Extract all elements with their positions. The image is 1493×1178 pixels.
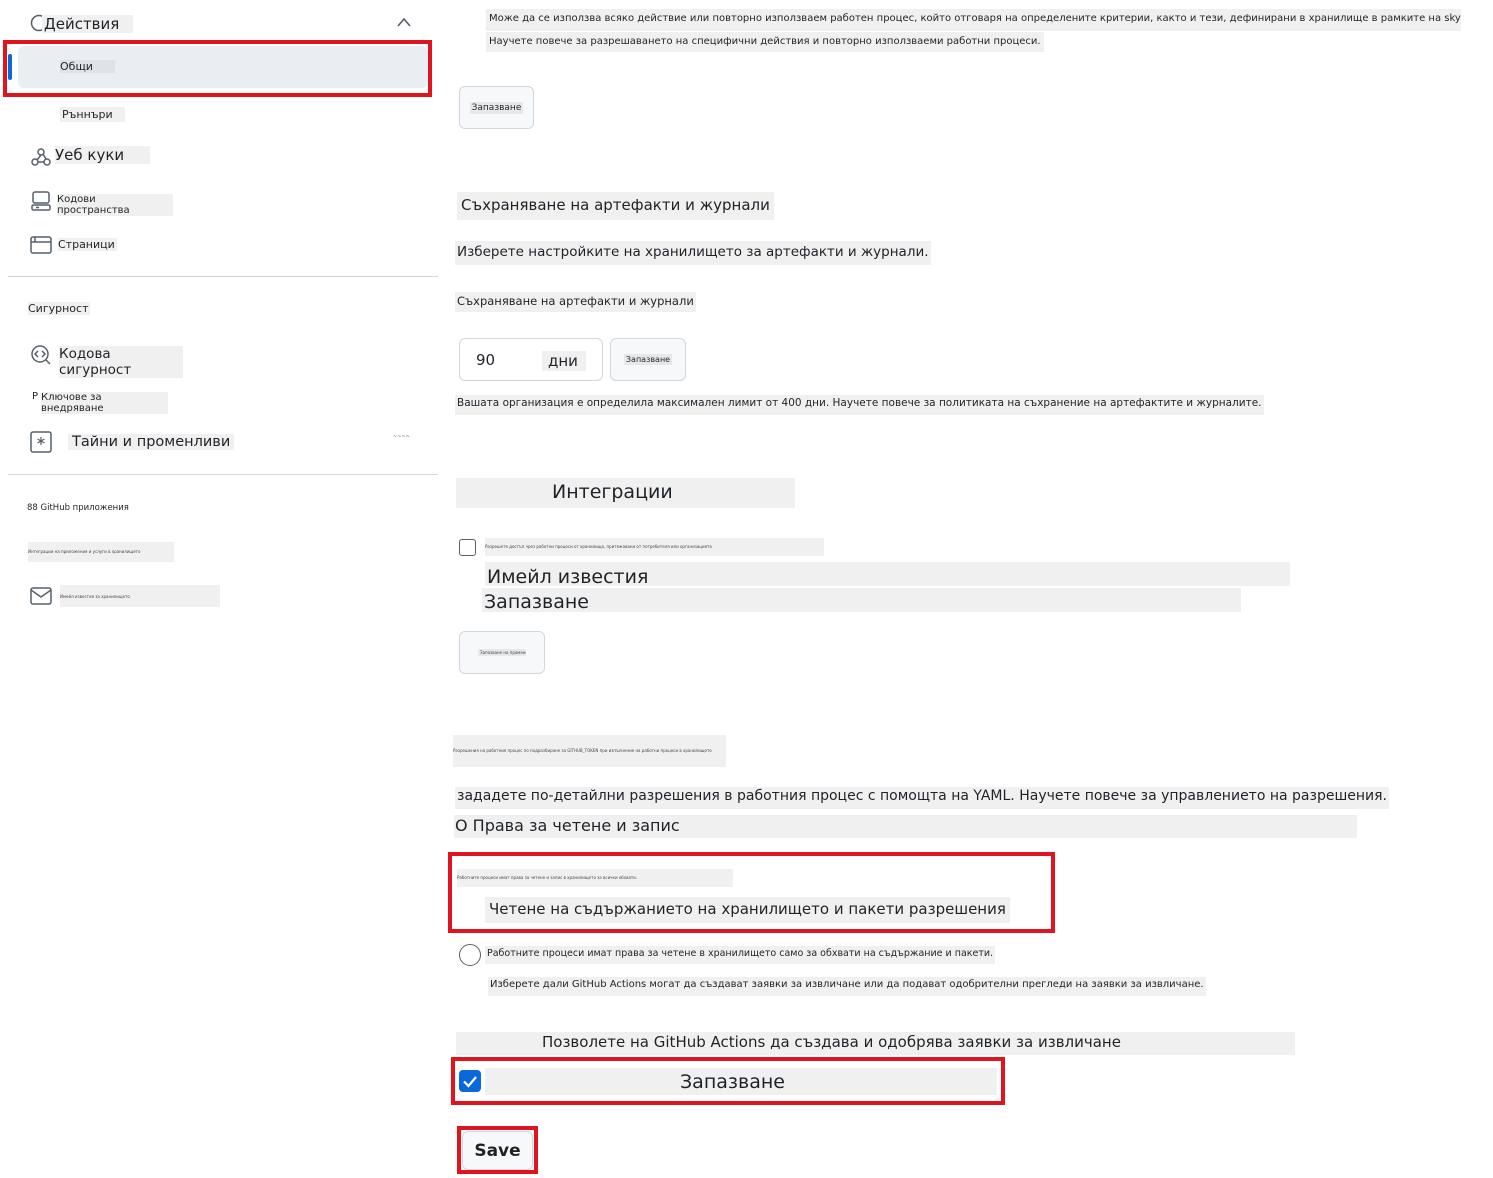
save-retention-button[interactable]: Запазване — [610, 338, 686, 381]
sidebar-item-deploy-keys-label: Ключове за внедряване — [41, 392, 168, 414]
permissions-description-text: зададете по-детайлни разрешения в работн… — [457, 788, 1387, 804]
pr-choose-description: Изберете дали GitHub Actions могат да съ… — [488, 977, 1206, 996]
artifacts-heading-text: Съхраняване на артефакти и журнали — [461, 196, 770, 214]
codespaces-icon — [30, 190, 52, 212]
save-large-text: Запазване — [482, 588, 1241, 613]
sidebar-item-integrations-blurred[interactable]: Интеграции на приложения и услуги в хран… — [28, 542, 174, 562]
sidebar-item-codespaces-label: Кодови пространства — [57, 194, 173, 216]
save-large-text-value: Запазване — [484, 591, 589, 613]
radio-read-only[interactable] — [459, 944, 481, 966]
retention-note-text: Вашата организация е определила максимал… — [457, 397, 1262, 409]
sidebar-item-integrations-blurred-label: Интеграции на приложения и услуги в хран… — [28, 549, 141, 554]
integrations-heading: Интеграции — [456, 478, 795, 508]
policy-description: Може да се използва всяко действие или п… — [486, 9, 1461, 31]
artifacts-description: Изберете настройките на хранилището за а… — [455, 241, 931, 265]
email-notifications-heading: Имейл известия — [485, 562, 1290, 588]
deploy-keys-prefix: P — [32, 391, 39, 402]
artifacts-description-text: Изберете настройките на хранилището за а… — [457, 244, 929, 260]
sidebar-item-codespaces[interactable]: Кодови пространства — [28, 188, 173, 216]
mail-icon — [30, 587, 52, 605]
code-security-icon — [30, 344, 52, 366]
highlight-box-permissions — [448, 852, 1055, 933]
permissions-description: зададете по-детайлни разрешения в работн… — [455, 787, 1389, 809]
save-retention-label: Запазване — [623, 354, 673, 365]
retention-days-value: 90 — [476, 351, 496, 369]
sidebar-item-pages[interactable]: Страници — [28, 232, 123, 258]
artifacts-field-label-text: Съхраняване на артефакти и журнали — [457, 294, 694, 308]
sidebar-actions-header[interactable]: Действия — [28, 10, 428, 38]
sidebar-security-heading: Сигурност — [28, 302, 91, 315]
highlight-box-save — [457, 1126, 538, 1174]
sidebar-item-email-label: Имейл известия за хранилището — [60, 585, 220, 607]
integrations-heading-text: Интеграции — [552, 481, 673, 503]
allow-pr-label-text: Позволете на GitHub Actions да създава и… — [542, 1033, 1121, 1051]
highlight-box-general — [3, 40, 432, 97]
asterisk-box-icon — [30, 431, 52, 453]
workflow-permissions-heading: Разрешения на работния процес по подразб… — [453, 735, 726, 767]
integration-checkbox-label-text: Разрешете достъп чрез работни процеси от… — [485, 544, 712, 549]
sidebar-divider-1 — [8, 276, 438, 277]
secrets-trailing-text: ~~~~ — [393, 434, 410, 440]
sidebar-item-code-security-label: Кодова сигурност — [59, 346, 183, 378]
sidebar-item-webhooks-label: Уеб куки — [55, 146, 151, 164]
policy-learn-more-text: Научете повече за разрешаването на специ… — [489, 36, 1041, 47]
sidebar-item-pages-label: Страници — [58, 238, 117, 251]
email-notifications-heading-text: Имейл известия — [487, 566, 649, 588]
sidebar-item-secrets[interactable]: Тайни и променливи ~~~~ — [28, 428, 418, 456]
sidebar-actions-label: Действия — [42, 15, 134, 33]
workflow-permissions-heading-text: Разрешения на работния процес по подразб… — [453, 748, 712, 753]
sidebar-item-runners-label: Ръннъри — [60, 107, 125, 122]
retention-note: Вашата организация е определила максимал… — [455, 395, 1264, 415]
artifacts-heading: Съхраняване на артефакти и журнали — [457, 192, 774, 220]
policy-learn-more[interactable]: Научете повече за разрешаването на специ… — [486, 32, 1044, 52]
sidebar-divider-2 — [8, 474, 438, 475]
chevron-up-icon[interactable] — [396, 16, 412, 28]
read-only-description-text: Работните процеси имат права за четене в… — [487, 948, 994, 959]
save-policy-label: Запазване — [469, 101, 524, 114]
integration-checkbox[interactable] — [459, 539, 476, 556]
read-only-description: Работните процеси имат права за четене в… — [485, 946, 996, 964]
retention-days-input[interactable]: 90 дни — [459, 338, 603, 381]
sidebar-item-secrets-label: Тайни и променливи — [68, 434, 235, 450]
highlight-box-checkbox — [451, 1057, 1005, 1105]
sidebar-item-runners[interactable]: Ръннъри — [60, 103, 125, 123]
webhook-icon — [30, 146, 52, 168]
radio-read-write[interactable]: О Права за четене и запис — [454, 815, 1357, 838]
sidebar-item-email-text: Имейл известия за хранилището — [60, 594, 130, 599]
sidebar-item-github-apps[interactable]: 88 GitHub приложения — [27, 503, 129, 513]
sidebar-item-webhooks[interactable]: Уеб куки — [28, 144, 158, 170]
sidebar-item-deploy-keys[interactable]: P Ключове за внедряване — [28, 388, 168, 414]
radio-read-write-label: О Права за четене и запис — [455, 816, 680, 835]
save-integrations-label: Запазване на промените — [478, 649, 526, 656]
artifacts-field-label: Съхраняване на артефакти и журнали — [455, 292, 696, 312]
pr-choose-description-text: Изберете дали GitHub Actions могат да съ… — [490, 979, 1204, 990]
policy-description-text: Може да се използва всяко действие или п… — [489, 13, 1461, 24]
sidebar-item-email[interactable]: Имейл известия за хранилището — [28, 584, 223, 610]
retention-days-unit: дни — [542, 351, 586, 371]
integration-checkbox-label: Разрешете достъп чрез работни процеси от… — [485, 538, 824, 556]
save-policy-button[interactable]: Запазване — [459, 86, 534, 129]
sidebar-item-code-security[interactable]: Кодова сигурност — [28, 342, 183, 378]
pages-browser-icon — [30, 234, 52, 256]
allow-pr-label: Позволете на GitHub Actions да създава и… — [456, 1032, 1295, 1055]
save-integrations-button[interactable]: Запазване на промените — [459, 631, 545, 674]
